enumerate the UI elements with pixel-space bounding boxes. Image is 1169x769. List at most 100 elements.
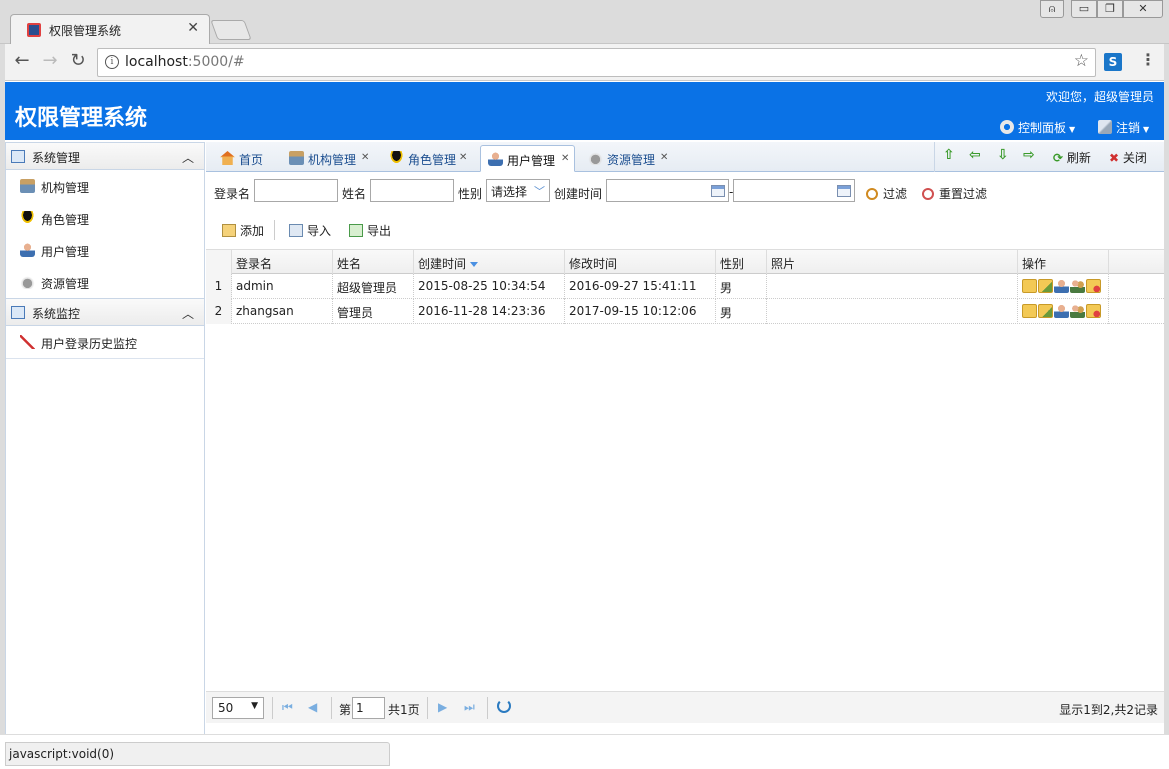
gender-select[interactable]: 请选择 ﹀ [486, 179, 550, 202]
url-text: localhost:5000/# [125, 54, 245, 70]
export-button[interactable]: 导出 [349, 222, 391, 239]
tab-close-icon[interactable]: ✕ [361, 152, 369, 163]
col-gender[interactable]: 性别 [716, 250, 767, 275]
move-left-arrow-icon[interactable]: ⇦ [969, 147, 981, 163]
info-icon[interactable]: i [105, 55, 119, 69]
refresh-icon[interactable] [497, 699, 511, 713]
minimize-button[interactable]: ▭ [1071, 0, 1097, 18]
col-actions[interactable]: 操作 [1018, 250, 1109, 275]
assign-roles-icon[interactable] [1070, 279, 1085, 293]
browser-tab[interactable]: 权限管理系统 ✕ [10, 14, 210, 44]
tab-close-icon[interactable]: ✕ [459, 152, 467, 163]
extension-icon[interactable]: S [1104, 53, 1122, 71]
page-total: 共1页 [388, 703, 420, 717]
sidebar: 系统管理 ︿ 机构管理 角色管理 用户管理 资源管理 系统监控 ︿ 用户登录历史… [5, 142, 205, 734]
filter-button-label: 过滤 [883, 187, 908, 201]
new-tab-button[interactable] [210, 20, 252, 40]
user-detail-icon[interactable] [1054, 304, 1069, 318]
profile-icon[interactable]: ⍝ [1040, 0, 1064, 18]
tab-resource[interactable]: 资源管理 ✕ [588, 145, 678, 172]
tab-role[interactable]: 角色管理 ✕ [389, 145, 477, 172]
cell-actions [1018, 299, 1109, 324]
close-tab-button[interactable]: ✖ 关闭 [1109, 149, 1147, 166]
logout-menu[interactable]: 注销 ▼ [1098, 119, 1149, 136]
first-page-icon[interactable]: ⏮ [282, 700, 293, 715]
assign-roles-icon[interactable] [1070, 304, 1085, 318]
sidebar-item-label: 资源管理 [41, 277, 90, 291]
calendar-icon[interactable] [711, 185, 725, 197]
address-bar[interactable]: i localhost:5000/# ☆ [97, 48, 1096, 77]
export-icon [349, 224, 363, 237]
welcome-text: 欢迎您，超级管理员 [1045, 90, 1154, 104]
edit-icon[interactable] [1038, 304, 1053, 318]
browser-tabstrip: 权限管理系统 ✕ ⍝ ▭ ❐ ✕ [0, 0, 1169, 44]
move-down-arrow-icon[interactable]: ⇩ [997, 147, 1009, 163]
reload-icon[interactable]: ↻ [66, 50, 90, 74]
sidebar-item-label: 用户登录历史监控 [41, 337, 138, 351]
sidebar-item-user[interactable]: 用户管理 [6, 234, 204, 266]
close-label: 关闭 [1122, 151, 1147, 165]
tab-home[interactable]: 首页 [220, 145, 278, 172]
col-photo[interactable]: 照片 [767, 250, 1018, 275]
reset-filter-button[interactable]: 重置过滤 [922, 185, 987, 202]
move-up-arrow-icon[interactable]: ⇧ [943, 147, 955, 163]
last-page-icon[interactable]: ⏭ [464, 700, 475, 715]
tab-org[interactable]: 机构管理 ✕ [289, 145, 379, 172]
col-modified[interactable]: 修改时间 [565, 250, 716, 275]
table-row[interactable]: 2 zhangsan 管理员 2016-11-28 14:23:36 2017-… [206, 299, 1164, 324]
delete-icon[interactable] [1086, 279, 1101, 293]
view-icon[interactable] [1022, 279, 1037, 293]
forward-arrow-icon[interactable]: → [38, 50, 62, 74]
sidebar-item-role[interactable]: 角色管理 [6, 202, 204, 234]
close-window-button[interactable]: ✕ [1123, 0, 1163, 18]
back-arrow-icon[interactable]: ← [10, 50, 34, 74]
filter-bar: 登录名 姓名 性别 请选择 ﹀ 创建时间 - 过滤 重置过滤 [206, 176, 1164, 206]
filter-button[interactable]: 过滤 [866, 185, 907, 202]
caret-down-icon: ▼ [1069, 125, 1076, 134]
add-button[interactable]: 添加 [222, 222, 264, 239]
table-row[interactable]: 1 admin 超级管理员 2015-08-25 10:34:54 2016-0… [206, 274, 1164, 299]
page-size-select[interactable]: 50 ▼ [212, 697, 264, 719]
sidebar-group-label: 系统监控 [32, 307, 81, 321]
sidebar-group-system-monitor[interactable]: 系统监控 ︿ [6, 298, 204, 326]
pager-divider [427, 697, 428, 719]
prev-page-icon[interactable]: ◀ [308, 700, 317, 714]
edit-icon[interactable] [1038, 279, 1053, 293]
sidebar-item-org[interactable]: 机构管理 [6, 170, 204, 202]
name-input[interactable] [370, 179, 454, 202]
col-name[interactable]: 姓名 [333, 250, 414, 275]
login-name-input[interactable] [254, 179, 338, 202]
chevron-up-icon[interactable]: ︿ [182, 149, 194, 166]
col-login[interactable]: 登录名 [232, 250, 333, 275]
next-page-icon[interactable]: ▶ [438, 700, 447, 714]
refresh-tab-button[interactable]: ⟳ 刷新 [1053, 149, 1091, 166]
user-detail-icon[interactable] [1054, 279, 1069, 293]
view-icon[interactable] [1022, 304, 1037, 318]
close-tab-icon[interactable]: ✕ [187, 20, 199, 36]
move-right-arrow-icon[interactable]: ⇨ [1023, 147, 1035, 163]
created-start-input[interactable] [606, 179, 729, 202]
tab-user[interactable]: 用户管理 ✕ [480, 145, 575, 172]
cell-modified: 2017-09-15 10:12:06 [565, 299, 716, 324]
action-toolbar: 添加 导入 导出 [206, 214, 1164, 244]
chevron-down-icon: ﹀ [534, 185, 545, 198]
calendar-icon[interactable] [837, 185, 851, 197]
reset-magnifier-icon [922, 188, 934, 200]
control-panel-menu[interactable]: 控制面板 ▼ [1000, 119, 1075, 136]
sidebar-item-resource[interactable]: 资源管理 [6, 266, 204, 298]
org-icon [20, 179, 35, 193]
delete-icon[interactable] [1086, 304, 1101, 318]
bookmark-star-icon[interactable]: ☆ [1074, 51, 1089, 71]
chevron-up-icon[interactable]: ︿ [182, 305, 194, 322]
sidebar-item-login-history[interactable]: 用户登录历史监控 [6, 326, 204, 358]
tab-close-icon[interactable]: ✕ [660, 152, 668, 163]
tab-close-icon[interactable]: ✕ [561, 153, 569, 164]
grid-header: 登录名 姓名 创建时间 修改时间 性别 照片 操作 [206, 249, 1164, 275]
browser-menu-icon[interactable]: ⋮ [1140, 50, 1156, 69]
maximize-button[interactable]: ❐ [1097, 0, 1123, 18]
sidebar-group-system-management[interactable]: 系统管理 ︿ [6, 142, 204, 170]
col-created[interactable]: 创建时间 [414, 250, 565, 275]
created-end-input[interactable] [733, 179, 855, 202]
import-button[interactable]: 导入 [289, 222, 331, 239]
page-number-input[interactable]: 1 [352, 697, 385, 719]
